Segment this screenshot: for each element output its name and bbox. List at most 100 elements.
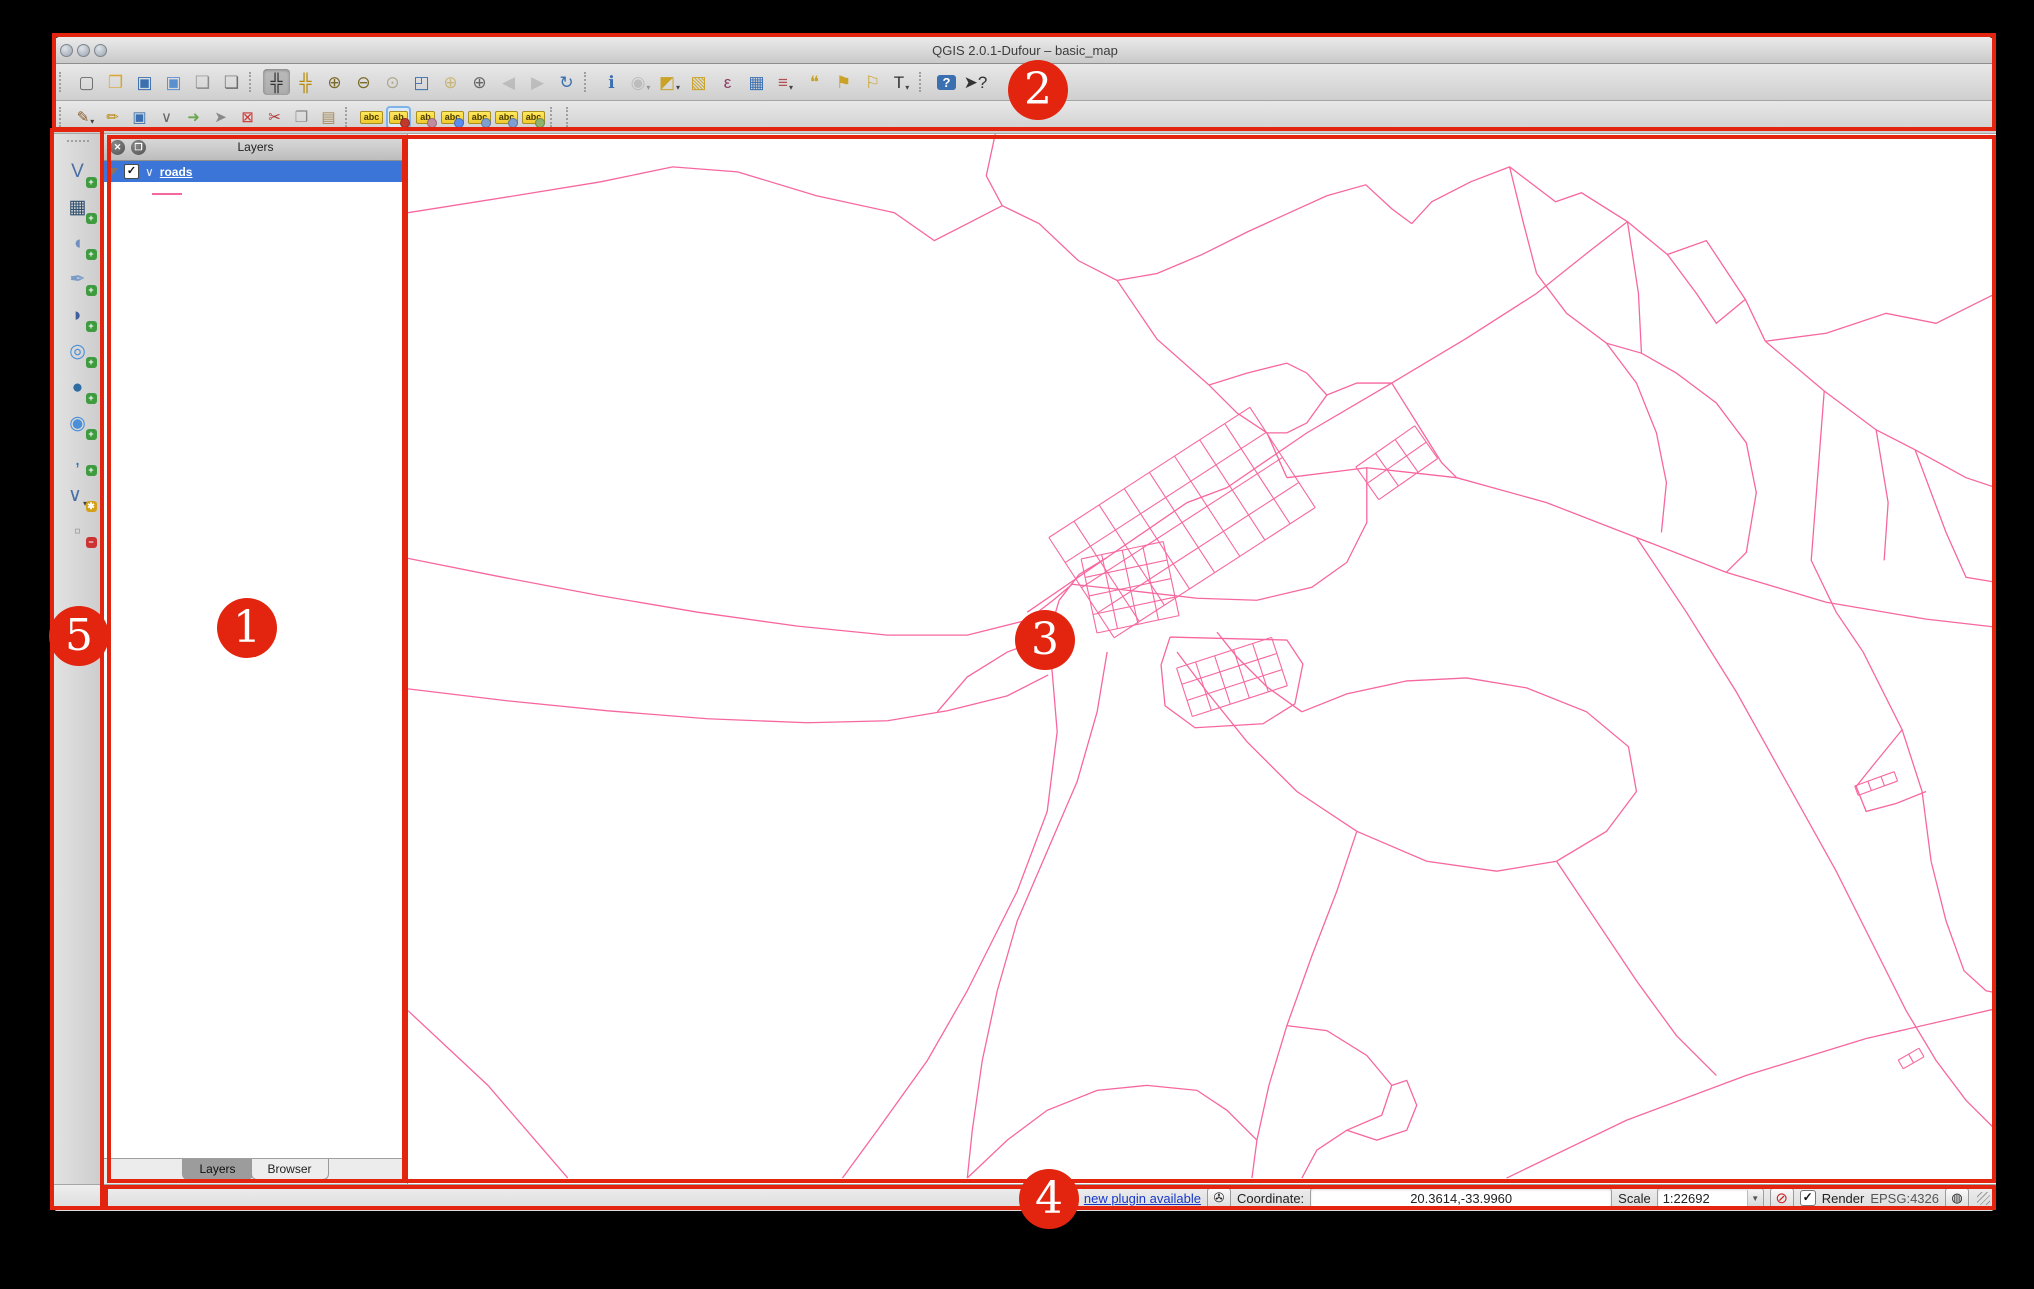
add-spatialite-layer-button[interactable]: ✒ + <box>60 263 97 296</box>
resize-grip[interactable] <box>1977 1191 1990 1205</box>
stop-rendering-button[interactable]: ⊘ <box>1769 1187 1794 1209</box>
pan-map-button[interactable]: ╬ <box>263 69 290 95</box>
add-vector-layer-button[interactable]: V + <box>60 155 97 188</box>
label-pin-button[interactable]: ab <box>413 106 438 129</box>
label-properties-button[interactable]: abc <box>521 106 546 129</box>
new-print-composer-button[interactable]: ❏ <box>189 69 216 95</box>
render-checkbox[interactable]: ✓ <box>1799 1190 1816 1206</box>
whats-this-button[interactable]: ➤? <box>962 69 989 95</box>
add-raster-layer-button[interactable]: ▦ + <box>60 191 97 224</box>
current-edits-button[interactable]: ✎ ▾ <box>73 106 98 129</box>
zoom-to-layer-button[interactable]: ⊕ <box>466 69 493 95</box>
delete-selected-button[interactable]: ⊠ <box>235 106 260 129</box>
label-toggle-visibility-button[interactable]: abc <box>440 106 465 129</box>
help-contents-button[interactable]: ? <box>933 69 960 95</box>
toolbar-handle[interactable] <box>249 72 256 92</box>
zoom-actual-size-button[interactable]: ⊙ <box>379 69 406 95</box>
zoom-out-button[interactable]: ⊖ <box>350 69 377 95</box>
expander-icon[interactable] <box>108 168 118 175</box>
road-path-20 <box>966 651 1108 1179</box>
save-project-as-button[interactable]: ▣ <box>160 69 187 95</box>
toolbar-handle[interactable] <box>59 72 66 92</box>
zoom-window-button[interactable] <box>94 43 107 57</box>
label-rotate-button[interactable]: abc <box>494 106 519 129</box>
layer-checkbox[interactable]: ✓ <box>124 164 139 179</box>
add-wms-layer-button[interactable]: ◎ + <box>60 335 97 368</box>
node-tool-button[interactable]: ➤ <box>208 106 233 129</box>
tab-layers[interactable]: Layers <box>182 1159 253 1180</box>
toolbar-row-2: ✎ ▾ ✏ ▣ ∨ ➜ ➤ ⊠ ✂ ❐ ▤ abc ab ab abc abc abc abc <box>52 101 1996 134</box>
move-feature-button[interactable]: ➜ <box>181 106 206 129</box>
remove-layer-button[interactable]: ▫ − <box>60 515 97 548</box>
road-path-30 <box>1605 342 1668 533</box>
toggle-editing-button[interactable]: ✏ <box>100 106 125 129</box>
add-wfs-layer-button[interactable]: ◉ + <box>60 407 97 440</box>
deselect-features-button[interactable]: ▧ <box>685 69 712 95</box>
layer-row-roads[interactable]: ✓ ∨ roads <box>104 161 407 182</box>
zoom-last-button[interactable]: ◀ <box>495 69 522 95</box>
measure-line-button[interactable]: ≡ ▾ <box>772 69 799 95</box>
zoom-in-button[interactable]: ⊕ <box>321 69 348 95</box>
add-wcs-layer-button[interactable]: ● + <box>60 371 97 404</box>
label-properties-indicator <box>535 117 545 128</box>
identify-features-button[interactable]: ℹ <box>598 69 625 95</box>
toolbar-handle[interactable] <box>919 72 926 92</box>
plugin-icon[interactable]: ✇ <box>1206 1187 1231 1209</box>
open-project-button[interactable]: ❐ <box>102 69 129 95</box>
select-features-dropdown-icon[interactable]: ▾ <box>676 83 680 92</box>
new-project-button[interactable]: ▢ <box>73 69 100 95</box>
toolbar-handle[interactable] <box>59 107 66 127</box>
measure-line-dropdown-icon[interactable]: ▾ <box>789 83 793 92</box>
new-plugin-link[interactable]: new plugin available <box>1084 1191 1201 1206</box>
select-by-expression-button[interactable]: ε <box>714 69 741 95</box>
new-bookmark-button[interactable]: ⚑ <box>830 69 857 95</box>
layer-name[interactable]: roads <box>160 165 193 179</box>
new-shapefile-layer-button[interactable]: ∨ ✱ ▾ <box>60 479 97 512</box>
scale-combo[interactable]: 1:22692 ▼ <box>1656 1188 1764 1208</box>
select-features-button[interactable]: ◩ ▾ <box>656 69 683 95</box>
save-layer-edits-button[interactable]: ▣ <box>127 106 152 129</box>
road-path-36 <box>1196 1089 1258 1141</box>
text-annotation-button[interactable]: T ▾ <box>888 69 915 95</box>
refresh-map-button[interactable]: ↻ <box>553 69 580 95</box>
composer-manager-button[interactable]: ❏ <box>218 69 245 95</box>
close-window-button[interactable] <box>60 43 73 57</box>
coordinate-input[interactable]: 20.3614,-33.9960 <box>1310 1188 1613 1208</box>
run-feature-action-button[interactable]: ◉ ▾ <box>627 69 654 95</box>
text-annotation-dropdown-icon[interactable]: ▾ <box>905 83 909 92</box>
toolbar-handle[interactable] <box>584 72 591 92</box>
map-tips-button[interactable]: ❝ <box>801 69 828 95</box>
paste-features-button[interactable]: ▤ <box>316 106 341 129</box>
label-move-button[interactable]: abc <box>467 106 492 129</box>
tab-browser[interactable]: Browser <box>250 1159 329 1180</box>
cut-features-button[interactable]: ✂ <box>262 106 287 129</box>
toolbar-handle[interactable] <box>550 107 557 127</box>
map-canvas[interactable] <box>408 134 1996 1184</box>
copy-features-button[interactable]: ❐ <box>289 106 314 129</box>
add-mssql-layer-button[interactable]: ◗ + <box>60 299 97 332</box>
add-delimited-text-layer-button[interactable]: , + <box>60 443 97 476</box>
zoom-to-selection-button[interactable]: ⊕ <box>437 69 464 95</box>
open-attribute-table-button[interactable]: ▦ <box>743 69 770 95</box>
add-postgis-layer-badge: + <box>85 249 97 260</box>
pan-to-selection-button[interactable]: ╬ <box>292 69 319 95</box>
label-layer-button[interactable]: abc <box>359 106 384 129</box>
zoom-next-button[interactable]: ▶ <box>524 69 551 95</box>
toolbar-handle[interactable] <box>566 107 573 127</box>
layer-symbol-line <box>152 193 182 195</box>
move-feature-icon: ➜ <box>187 108 200 126</box>
crs-globe-icon[interactable]: ◍ <box>1945 1187 1969 1209</box>
show-bookmarks-button[interactable]: ⚐ <box>859 69 886 95</box>
zoom-full-extent-button[interactable]: ◰ <box>408 69 435 95</box>
toolbar-handle[interactable] <box>66 140 89 147</box>
current-edits-dropdown-icon[interactable]: ▾ <box>90 117 94 126</box>
label-selected-button[interactable]: ab <box>386 105 411 129</box>
street-grid-5 <box>1854 771 1899 796</box>
run-feature-action-dropdown-icon[interactable]: ▾ <box>646 83 650 92</box>
scale-dropdown-icon[interactable]: ▼ <box>1746 1190 1763 1206</box>
minimize-window-button[interactable] <box>77 43 90 57</box>
toolbar-handle[interactable] <box>345 107 352 127</box>
add-postgis-layer-button[interactable]: ◖ + <box>60 227 97 260</box>
add-feature-button[interactable]: ∨ <box>154 106 179 129</box>
save-project-button[interactable]: ▣ <box>131 69 158 95</box>
